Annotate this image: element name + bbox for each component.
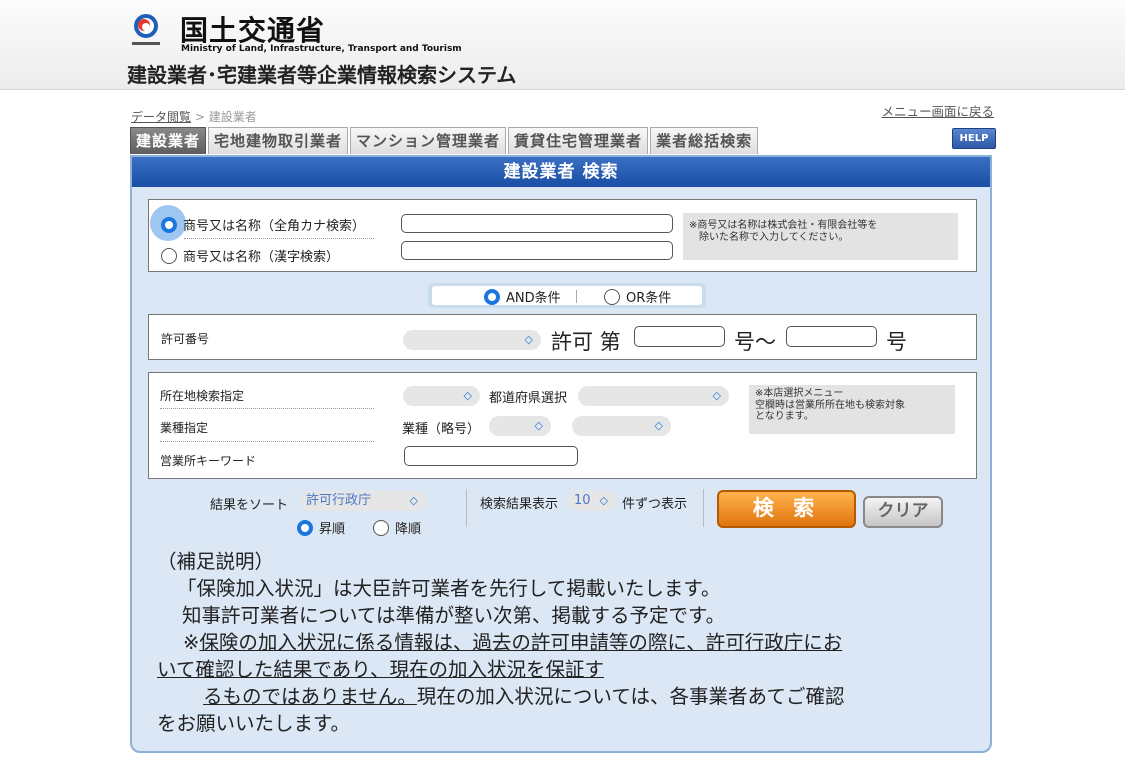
note-line: 除いた名称で入力してください。 <box>699 232 849 243</box>
supp-underlined: いて確認した結果であり、現在の加入状況を保証す <box>157 658 604 681</box>
radio-asc-label: 昇順 <box>319 522 346 537</box>
chevron-updown-icon: ◇ <box>712 389 721 402</box>
tab-real-estate[interactable]: 宅地建物取引業者 <box>208 127 349 154</box>
condition-separator <box>576 290 577 303</box>
supp-heading: （補足説明） <box>157 550 275 573</box>
radio-desc-indicator[interactable] <box>373 519 389 536</box>
kana-name-input[interactable] <box>401 214 673 233</box>
industry-select-1[interactable]: ◇ <box>489 416 551 436</box>
permit-from-input[interactable] <box>634 326 725 347</box>
prefecture-label: 都道府県選択 <box>489 391 568 406</box>
ministry-name-jp: 国土交通省 <box>180 14 326 47</box>
chevron-updown-icon: ◇ <box>654 419 663 432</box>
radio-kanji-label: 商号又は名称（漢字検索） <box>183 250 340 265</box>
note-line: となります。 <box>755 411 814 422</box>
menu-return-link[interactable]: メニュー画面に戻る <box>881 101 994 120</box>
industry-select-2[interactable]: ◇ <box>572 416 671 436</box>
divider <box>160 441 374 442</box>
radio-kanji-search[interactable]: 商号又は名称（漢字検索） <box>161 246 339 265</box>
tab-rental-housing[interactable]: 賃貸住宅管理業者 <box>508 127 649 154</box>
note-line: 空欄時は営業所所在地も検索対象 <box>755 399 905 411</box>
search-button[interactable]: 検 索 <box>717 490 856 528</box>
radio-desc-label: 降順 <box>395 522 422 537</box>
display-suffix: 件ずつ表示 <box>622 497 688 512</box>
radio-kana-indicator[interactable] <box>161 216 177 233</box>
radio-kana-label: 商号又は名称（全角カナ検索） <box>183 219 366 234</box>
radio-kana-search[interactable]: 商号又は名称（全角カナ検索） <box>161 215 365 234</box>
supp-text: 現在の加入状況については、各事業者あてご確認 <box>416 685 845 708</box>
breadcrumb-current: 建設業者 <box>208 110 257 124</box>
note-line: ※本店選択メニュー <box>755 388 844 399</box>
permit-prefix: 許可 第 <box>551 330 621 354</box>
radio-or[interactable]: OR条件 <box>604 287 671 306</box>
supp-line: をお願いいたします。 <box>157 712 351 735</box>
display-count-select[interactable]: 10 ◇ <box>568 491 616 511</box>
help-button[interactable]: HELP <box>952 128 996 149</box>
panel-title: 建設業者 検索 <box>132 157 990 187</box>
breadcrumb-data-browse-link[interactable]: データ閲覧 <box>131 110 191 124</box>
tab-condo-management[interactable]: マンション管理業者 <box>350 127 507 154</box>
supp-line: ※保険の加入状況に係る情報は、過去の許可申請等の際に、許可行政庁にお <box>157 629 969 656</box>
location-label: 所在地検索指定 <box>160 389 245 403</box>
supp-line: いて確認した結果であり、現在の加入状況を保証す <box>157 656 969 683</box>
permit-mid: 号～ <box>734 330 776 354</box>
supplementary-notes: （補足説明） 「保険加入状況」は大臣許可業者を先行して掲載いたします。 知事許可… <box>157 548 969 737</box>
radio-sort-desc[interactable]: 降順 <box>373 518 421 537</box>
sort-label: 結果をソート <box>210 498 289 513</box>
permit-suffix: 号 <box>886 330 907 354</box>
prefecture-select[interactable]: ◇ <box>578 386 729 406</box>
radio-or-indicator[interactable] <box>604 288 620 305</box>
permit-to-input[interactable] <box>786 326 877 347</box>
display-prefix: 検索結果表示 <box>480 497 559 512</box>
supp-line: 「保険加入状況」は大臣許可業者を先行して掲載いたします。 <box>177 577 721 600</box>
system-title: 建設業者･宅建業者等企業情報検索システム <box>127 63 517 87</box>
radio-asc-indicator[interactable] <box>297 519 313 536</box>
supp-mark: ※ <box>183 631 200 654</box>
sort-select[interactable]: 許可行政庁 ◇ <box>300 491 426 511</box>
breadcrumb-separator: > <box>191 110 209 124</box>
name-search-note: ※商号又は名称は株式会社・有限会社等を 除いた名称で入力してください。 <box>683 213 958 260</box>
radio-and[interactable]: AND条件 <box>484 287 561 306</box>
divider <box>466 489 467 527</box>
chevron-updown-icon: ◇ <box>599 494 608 507</box>
chevron-updown-icon: ◇ <box>524 333 533 346</box>
permit-number-label: 許可番号 <box>161 332 210 346</box>
tab-construction[interactable]: 建設業者 <box>130 127 207 154</box>
radio-sort-asc[interactable]: 昇順 <box>297 518 345 537</box>
supp-line: 知事許可業者については準備が整い次第、掲載する予定です。 <box>182 604 726 627</box>
divider <box>160 408 374 409</box>
divider <box>184 238 374 239</box>
radio-and-indicator[interactable] <box>484 288 500 305</box>
breadcrumb: データ閲覧 > 建設業者 <box>131 108 257 125</box>
divider <box>703 489 704 527</box>
category-tabs: 建設業者 宅地建物取引業者 マンション管理業者 賃貸住宅管理業者 業者総括検索 <box>130 127 760 155</box>
condition-toggle: AND条件 OR条件 <box>428 283 706 308</box>
supp-line: るものではありません。現在の加入状況については、各事業者あてご確認 <box>157 683 969 710</box>
sort-value: 許可行政庁 <box>306 493 372 508</box>
clear-button[interactable]: クリア <box>863 496 943 528</box>
radio-or-label: OR条件 <box>626 291 672 306</box>
chevron-updown-icon: ◇ <box>463 389 472 402</box>
kanji-name-input[interactable] <box>401 241 673 260</box>
keyword-label: 営業所キーワード <box>160 454 257 468</box>
permit-type-select[interactable]: ◇ <box>403 330 541 350</box>
mlit-logo-icon <box>132 14 160 45</box>
chevron-updown-icon: ◇ <box>534 419 543 432</box>
ministry-name-en: Ministry of Land, Infrastructure, Transp… <box>181 44 462 54</box>
location-note: ※本店選択メニュー 空欄時は営業所所在地も検索対象 となります。 <box>749 385 955 434</box>
display-count-value: 10 <box>574 493 591 508</box>
radio-kanji-indicator[interactable] <box>161 247 177 264</box>
site-header: 国土交通省 Ministry of Land, Infrastructure, … <box>0 0 1125 90</box>
office-keyword-input[interactable] <box>404 446 578 466</box>
note-line: ※商号又は名称は株式会社・有限会社等を <box>689 220 878 231</box>
supp-underlined: るものではありません。 <box>203 685 417 708</box>
tab-comprehensive-search[interactable]: 業者総括検索 <box>650 127 759 154</box>
industry-label: 業種指定 <box>160 421 209 435</box>
industry-abbr-label: 業種（略号） <box>402 422 481 437</box>
condition-toggle-inner: AND条件 OR条件 <box>432 286 702 306</box>
supp-underlined: 保険の加入状況に係る情報は、過去の許可申請等の際に、許可行政庁にお <box>199 631 843 654</box>
chevron-updown-icon: ◇ <box>409 494 418 507</box>
location-type-select[interactable]: ◇ <box>403 386 480 406</box>
radio-and-label: AND条件 <box>506 291 561 306</box>
